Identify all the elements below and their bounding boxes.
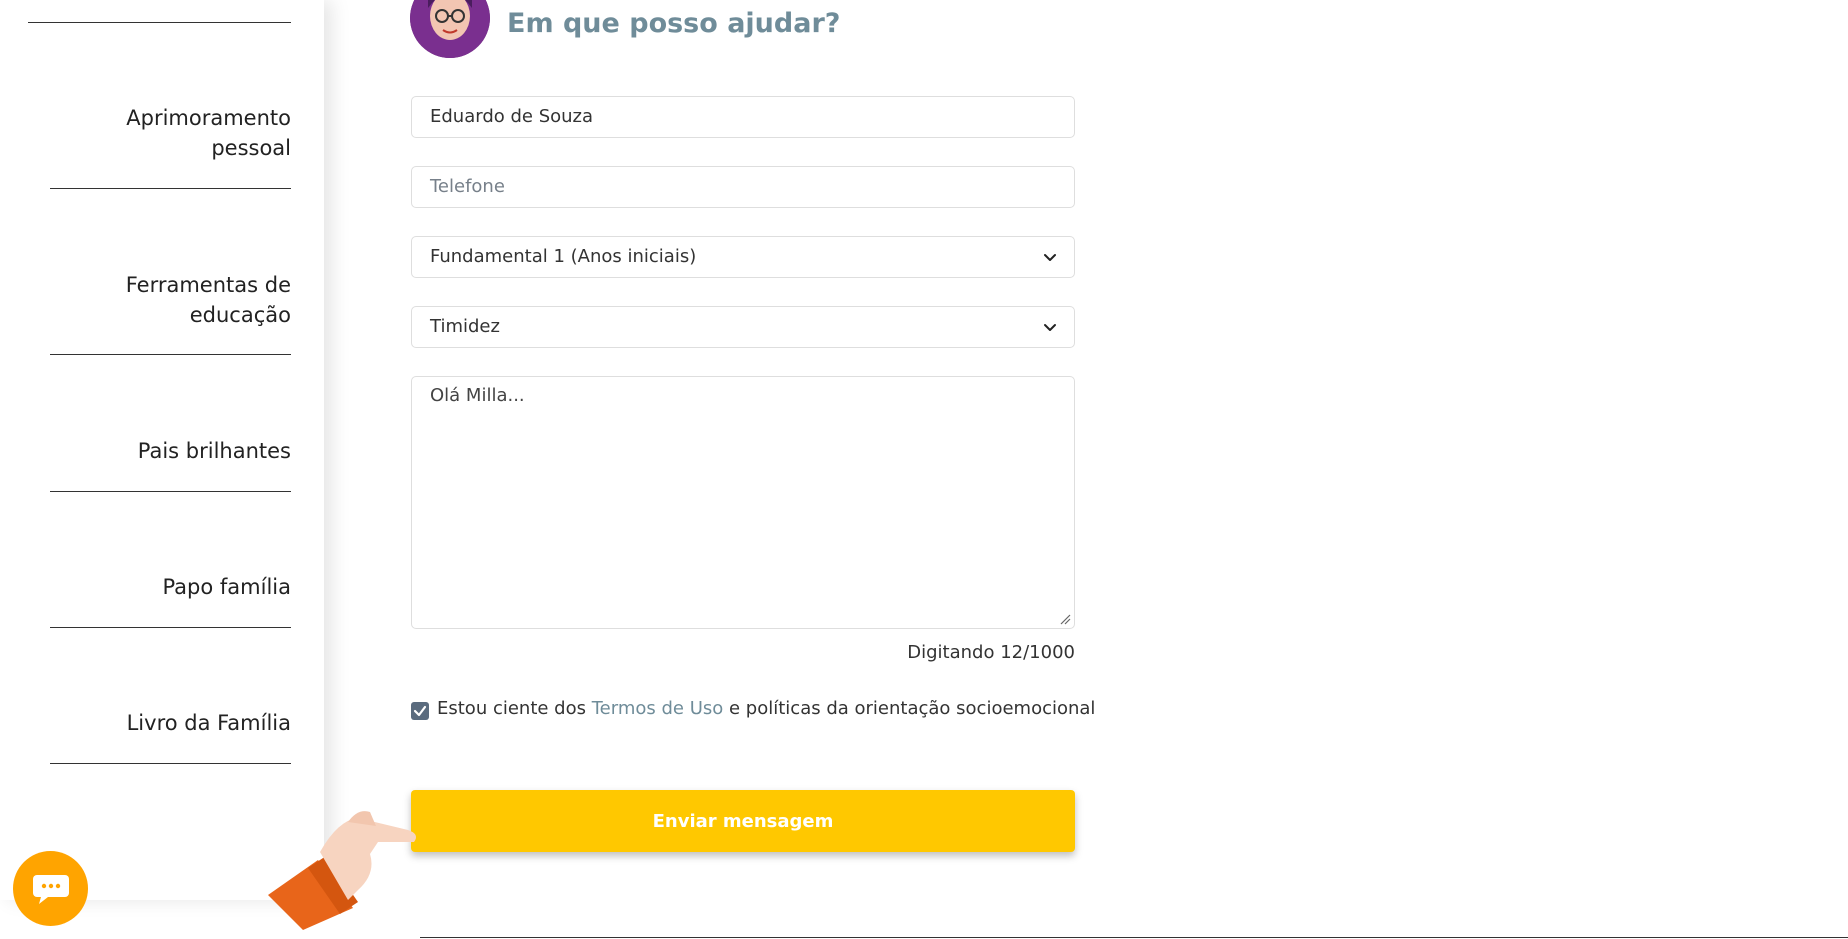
message-textarea[interactable]: Olá Milla...	[411, 376, 1075, 629]
sidebar-divider	[50, 354, 291, 355]
sidebar-item-livro-familia[interactable]: Livro da Família	[51, 708, 291, 738]
checkmark-icon	[413, 705, 427, 717]
sidebar-divider	[50, 763, 291, 764]
sidebar-item-papo-familia[interactable]: Papo família	[51, 572, 291, 602]
character-counter: Digitando 12/1000	[907, 642, 1075, 663]
send-message-button[interactable]: Enviar mensagem	[411, 790, 1075, 852]
sidebar-item-label: Aprimoramento pessoal	[126, 106, 291, 160]
phone-placeholder: Telefone	[430, 176, 505, 197]
name-value: Eduardo de Souza	[430, 106, 594, 127]
message-value: Olá Milla...	[430, 385, 525, 406]
sidebar-item-aprimoramento[interactable]: Aprimoramento pessoal	[51, 103, 291, 163]
sidebar-divider	[50, 627, 291, 628]
sidebar-item-label: Ferramentas de educação	[125, 273, 291, 327]
sidebar-item-label: Pais brilhantes	[137, 439, 291, 463]
avatar	[410, 0, 490, 58]
level-select[interactable]: Fundamental 1 (Anos iniciais)	[411, 236, 1075, 278]
resize-grip-icon[interactable]	[1059, 613, 1071, 625]
sidebar-item-ferramentas[interactable]: Ferramentas de educação	[51, 270, 291, 330]
topic-select-value: Timidez	[430, 316, 500, 337]
terms-prefix: Estou ciente dos	[437, 698, 587, 719]
send-message-label: Enviar mensagem	[652, 810, 834, 832]
phone-field[interactable]: Telefone	[411, 166, 1075, 208]
name-field[interactable]: Eduardo de Souza	[411, 96, 1075, 138]
sidebar-divider	[28, 22, 291, 23]
terms-suffix: e políticas da orientação socioemocional	[729, 698, 1096, 719]
chevron-down-icon	[1044, 254, 1056, 261]
chevron-down-icon	[1044, 324, 1056, 331]
terms-link[interactable]: Termos de Uso	[592, 698, 724, 719]
page-title: Em que posso ajudar?	[507, 8, 841, 39]
sidebar: Aprimoramento pessoal Ferramentas de edu…	[0, 0, 324, 900]
sidebar-divider	[50, 188, 291, 189]
sidebar-divider	[50, 491, 291, 492]
sidebar-item-pais-brilhantes[interactable]: Pais brilhantes	[51, 436, 291, 466]
footer-divider	[420, 937, 1848, 938]
chat-button[interactable]	[13, 851, 88, 926]
sidebar-item-label: Livro da Família	[126, 711, 291, 735]
topic-select[interactable]: Timidez	[411, 306, 1075, 348]
chat-icon	[32, 874, 69, 904]
avatar-illustration	[410, 0, 490, 58]
terms-label: Estou ciente dos Termos de Uso e polític…	[437, 698, 1095, 719]
terms-checkbox[interactable]	[411, 702, 429, 720]
pointing-hand-icon	[268, 811, 416, 930]
level-select-value: Fundamental 1 (Anos iniciais)	[430, 246, 697, 267]
sidebar-item-label: Papo família	[162, 575, 291, 599]
